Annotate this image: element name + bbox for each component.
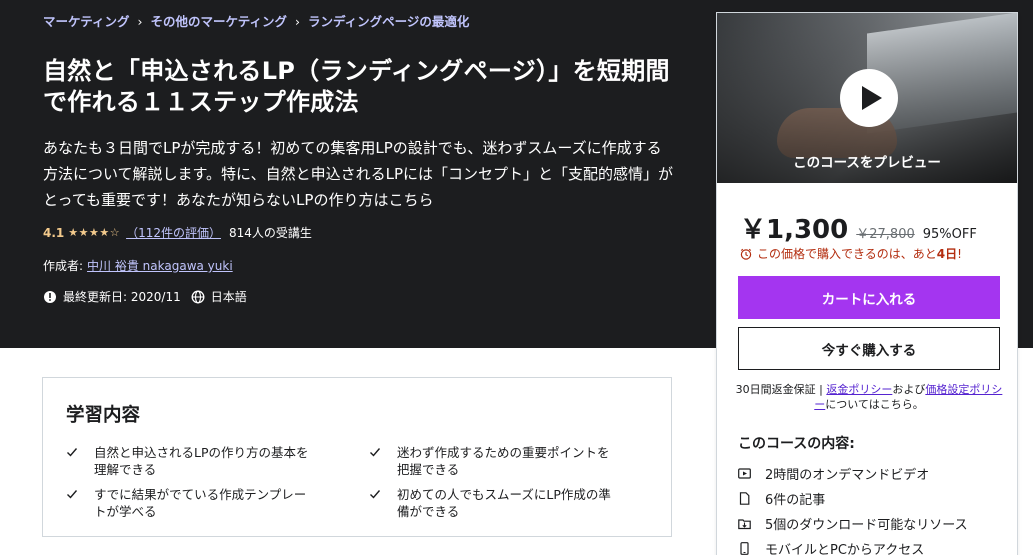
check-icon [370, 448, 381, 457]
price-row: ￥1,300 ￥27,800 95%OFF [740, 209, 977, 246]
urgency-text: この価格で購入できるのは、あと [757, 247, 937, 261]
alarm-clock-icon [740, 248, 752, 260]
breadcrumb-item-marketing[interactable]: マーケティング [43, 14, 130, 29]
course-title: 自然と「申込されるLP（ランディングページ）」を短期間で作れる１１ステップ作成法 [43, 57, 670, 116]
alert-icon [44, 290, 56, 303]
course-subtitle: あなたも３日間でLPが完成する！初めての集客用LPの設計でも、迷わずスムーズに作… [43, 139, 674, 209]
author-row: 作成者: 中川 裕貴 nakagawa yuki [43, 257, 233, 274]
includes-label: 6件の記事 [765, 493, 826, 508]
check-icon [67, 448, 78, 457]
learn-item: 迷わず作成するための重要ポイントを把握できる [369, 444, 614, 478]
includes-item: 2時間のオンデマンドビデオ [738, 461, 968, 486]
guarantee-text: 30日間返金保証 | [735, 383, 827, 396]
download-icon [738, 519, 751, 530]
buy-now-button[interactable]: 今すぐ購入する [738, 327, 1000, 370]
breadcrumb-separator: › [137, 14, 143, 29]
original-price: ￥27,800 [856, 227, 915, 242]
learn-item: 初めての人でもスムーズにLP作成の準備ができる [369, 486, 614, 520]
guarantee-and: および [892, 383, 926, 396]
money-back-guarantee: 30日間返金保証 | 返金ポリシーおよび価格設定ポリシーについてはこちら。 [731, 382, 1007, 412]
reviews-link[interactable]: （112件の評価） [126, 224, 221, 241]
breadcrumb-item-other-marketing[interactable]: その他のマーケティング [151, 14, 288, 29]
rating-row: 4.1 ★★★★☆ （112件の評価） 814人の受講生 [43, 224, 312, 241]
what-you-learn-box: 学習内容 自然と申込されるLPの作り方の基本を理解できる 迷わず作成するための重… [42, 377, 672, 537]
video-icon [738, 468, 751, 479]
author-label: 作成者: [43, 259, 84, 273]
learn-title: 学習内容 [66, 405, 141, 426]
breadcrumb-item-landing-page[interactable]: ランディングページの最適化 [308, 14, 469, 29]
check-icon [370, 490, 381, 499]
last-updated: 最終更新日: 2020/11 [63, 290, 181, 304]
play-icon[interactable] [840, 69, 898, 127]
includes-item: 6件の記事 [738, 486, 968, 511]
add-to-cart-button[interactable]: カートに入れる [738, 276, 1000, 319]
current-price: ￥1,300 [740, 215, 849, 245]
rating-value: 4.1 [43, 225, 65, 240]
language: 日本語 [210, 290, 247, 304]
meta-row: 最終更新日: 2020/11 日本語 [43, 288, 247, 305]
student-count: 814人の受講生 [228, 226, 312, 240]
globe-icon [191, 290, 205, 303]
urgency-suffix: ! [957, 246, 962, 261]
guarantee-suffix: についてはこちら。 [825, 398, 924, 411]
learn-item: 自然と申込されるLPの作り方の基本を理解できる [66, 444, 311, 478]
includes-label: 5個のダウンロード可能なリソース [765, 518, 968, 533]
learn-item-text: すでに結果がでている作成テンプレートが学べる [94, 487, 307, 519]
article-icon [739, 492, 750, 505]
includes-label: モバイルとPCからアクセス [765, 543, 925, 555]
urgency-days: 4日 [936, 247, 958, 261]
includes-item: モバイルとPCからアクセス [738, 536, 968, 555]
course-preview[interactable]: このコースをプレビュー [717, 13, 1017, 183]
mobile-icon [740, 542, 749, 555]
learn-item-text: 迷わず作成するための重要ポイントを把握できる [397, 445, 610, 477]
learn-item-text: 自然と申込されるLPの作り方の基本を理解できる [94, 445, 309, 477]
includes-list: 2時間のオンデマンドビデオ 6件の記事 5個のダウンロード可能なリソース モバイ… [738, 461, 968, 555]
learn-item-text: 初めての人でもスムーズにLP作成の準備ができる [397, 487, 611, 519]
preview-label[interactable]: このコースをプレビュー [717, 151, 1017, 171]
refund-policy-link[interactable]: 返金ポリシー [826, 383, 892, 396]
includes-title: このコースの内容: [738, 436, 855, 452]
check-icon [67, 490, 78, 499]
breadcrumb: マーケティング › その他のマーケティング › ランディングページの最適化 [43, 11, 469, 30]
purchase-sidebar: このコースをプレビュー ￥1,300 ￥27,800 95%OFF この価格で購… [716, 12, 1018, 555]
includes-item: 5個のダウンロード可能なリソース [738, 511, 968, 536]
discount-percent: 95%OFF [922, 227, 977, 242]
learn-item: すでに結果がでている作成テンプレートが学べる [66, 486, 311, 520]
star-rating-icon: ★★★★☆ [68, 226, 121, 239]
author-link[interactable]: 中川 裕貴 nakagawa yuki [87, 259, 233, 273]
includes-label: 2時間のオンデマンドビデオ [765, 468, 930, 483]
urgency-message: この価格で購入できるのは、あと 4日! [740, 245, 962, 262]
breadcrumb-separator: › [295, 14, 301, 29]
